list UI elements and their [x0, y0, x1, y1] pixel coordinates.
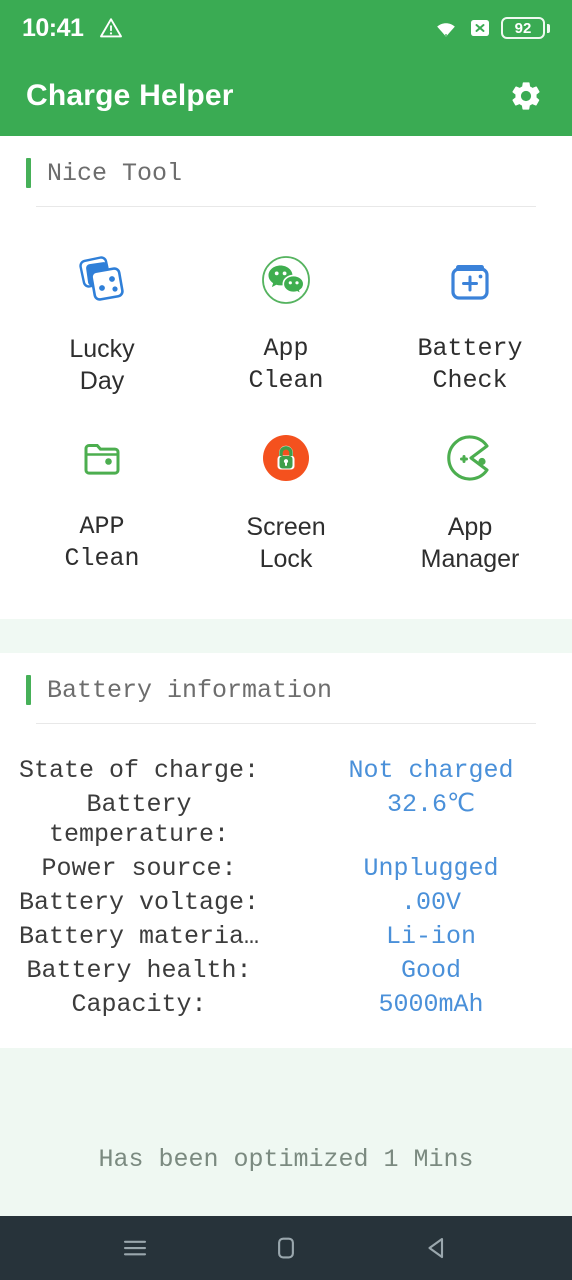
row-value: Unplugged	[363, 854, 499, 883]
tool-label-screen-lock: Screen Lock	[246, 513, 326, 573]
pacman-plus-icon	[439, 427, 501, 489]
battery-info-list: State of charge: Not charged Battery temp…	[0, 724, 572, 1048]
section-accent-bar	[26, 675, 31, 705]
tools-section-title: Nice Tool	[47, 158, 183, 188]
row-value: Li-ion	[385, 922, 476, 951]
tool-item-app-clean-folder[interactable]: APP Clean	[10, 411, 194, 589]
table-row: Battery health: Good	[0, 954, 572, 988]
wechat-bubbles-icon	[255, 249, 317, 311]
row-value: 5000mAh	[378, 990, 484, 1019]
status-bar: 10:41 92	[0, 0, 572, 56]
page-title: Charge Helper	[26, 79, 234, 112]
battery-info-card: Battery information State of charge: Not…	[0, 653, 572, 1048]
tool-label-app-clean-wechat: App Clean	[248, 334, 324, 395]
row-value: Good	[400, 956, 461, 985]
tool-item-app-clean-wechat[interactable]: App Clean	[194, 233, 378, 411]
row-label: Battery materia…	[18, 922, 260, 951]
tool-item-screen-lock[interactable]: Screen Lock	[194, 411, 378, 589]
folder-icon	[71, 427, 133, 489]
table-row: Battery temperature: 32.6℃	[0, 788, 572, 852]
battery-body: 92	[501, 17, 545, 39]
row-label: Battery health:	[26, 956, 252, 985]
battery-section-header: Battery information	[0, 653, 572, 723]
tool-item-lucky-day[interactable]: Lucky Day	[10, 233, 194, 411]
tool-item-battery-check[interactable]: Battery Check	[378, 233, 562, 411]
battery-section-title: Battery information	[47, 675, 333, 705]
row-label: Capacity:	[71, 990, 207, 1019]
app-bar: Charge Helper	[0, 56, 572, 136]
row-value: 32.6℃	[386, 790, 476, 819]
row-value: .00V	[400, 888, 461, 917]
warning-triangle-icon	[99, 16, 123, 40]
table-row: State of charge: Not charged	[0, 754, 572, 788]
status-bar-left: 10:41	[22, 13, 123, 42]
optimized-status-text: Has been optimized 1 Mins	[98, 1145, 474, 1174]
home-square-icon[interactable]	[258, 1220, 314, 1276]
row-label: Battery temperature:	[48, 790, 230, 849]
gear-icon[interactable]	[506, 76, 546, 116]
phone-screen: 10:41 92 Charge Helper Nice Tool Lucky D…	[0, 0, 572, 1280]
tools-section-header: Nice Tool	[0, 136, 572, 206]
row-label: Power source:	[41, 854, 237, 883]
table-row: Power source: Unplugged	[0, 852, 572, 886]
section-gap	[0, 619, 572, 653]
battery-plus-icon	[439, 249, 501, 311]
tools-grid: Lucky Day App Clean Battery Check APP Cl…	[0, 207, 572, 619]
status-bar-right: 92	[433, 17, 550, 39]
battery-status-indicator: 92	[501, 17, 550, 39]
tool-label-battery-check: Battery Check	[417, 334, 523, 395]
x-box-icon	[469, 17, 491, 39]
footer-area: Has been optimized 1 Mins	[0, 1048, 572, 1216]
lock-circle-icon	[255, 427, 317, 489]
table-row: Capacity: 5000mAh	[0, 988, 572, 1022]
tool-item-app-manager[interactable]: App Manager	[378, 411, 562, 589]
tools-card: Nice Tool Lucky Day App Clean Battery Ch…	[0, 136, 572, 619]
tool-label-app-manager: App Manager	[420, 513, 520, 573]
battery-cap	[547, 23, 550, 33]
battery-level-text: 92	[514, 19, 532, 37]
table-row: Battery voltage: .00V	[0, 886, 572, 920]
table-row: Battery materia… Li-ion	[0, 920, 572, 954]
tool-label-lucky-day: Lucky Day	[69, 335, 135, 395]
back-triangle-icon[interactable]	[409, 1220, 465, 1276]
dice-icon	[71, 249, 133, 311]
status-bar-clock: 10:41	[22, 13, 84, 42]
tool-label-app-clean-folder: APP Clean	[64, 512, 140, 573]
row-value: Not charged	[348, 756, 514, 785]
row-label: Battery voltage:	[18, 888, 260, 917]
row-label: State of charge:	[18, 756, 260, 785]
wifi-icon	[433, 17, 459, 39]
menu-icon[interactable]	[107, 1220, 163, 1276]
android-nav-bar	[0, 1216, 572, 1280]
section-accent-bar	[26, 158, 31, 188]
